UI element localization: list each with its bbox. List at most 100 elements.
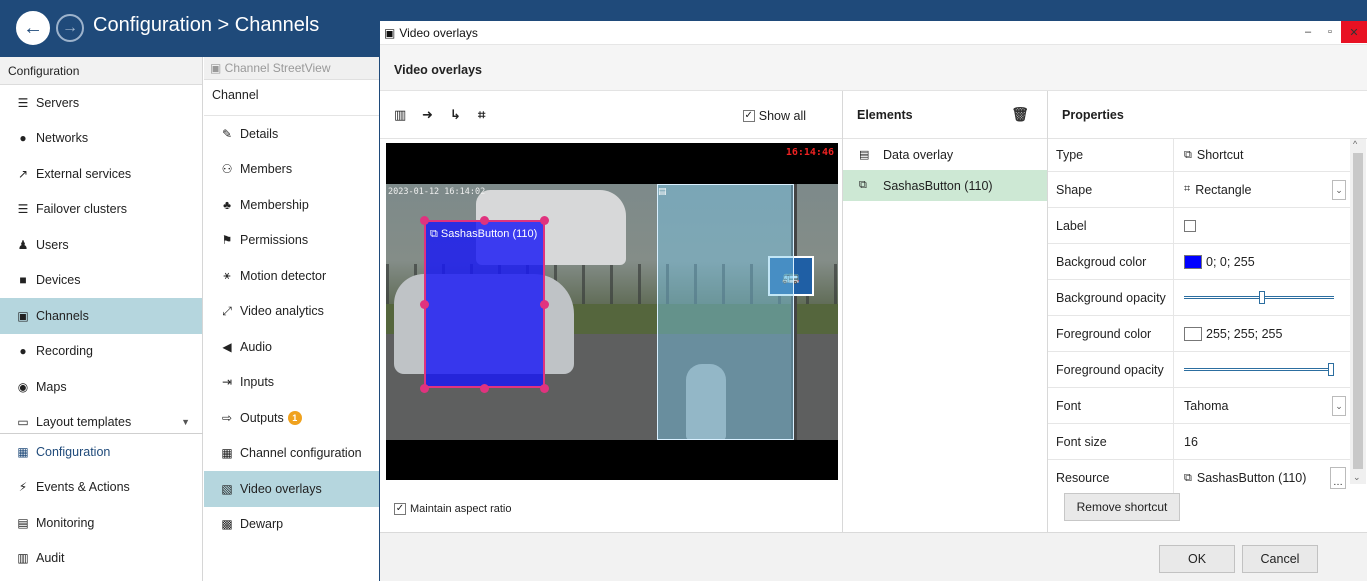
channel-item-label: Outputs [240,410,284,425]
notification-badge: 1 [287,410,302,425]
background-opacity-slider[interactable] [1184,290,1334,305]
shortcut-overlay-box[interactable]: ⧉ SashasButton (110) [424,220,545,388]
properties-panel: Properties Type ⧉ Shortcut Shape ⌗ Rectang… [1048,91,1367,532]
resize-handle[interactable] [480,216,489,225]
channel-item-outputs[interactable]: ⇨ Outputs 1 [204,400,379,436]
user-icon: ♟ [17,237,29,252]
video-frame[interactable]: 16:14:46 🚌 2023-01-12 16:14:02 ▤ ⧉ Sasha… [386,143,838,480]
maintain-aspect-checkbox[interactable]: ✓ Maintain aspect ratio [394,503,512,515]
channel-item-dewarp[interactable]: ▩ Dewarp [204,507,379,543]
channel-item-permissions[interactable]: ⚑ Permissions [204,223,379,259]
resize-handle[interactable] [420,300,429,309]
main-nav-events-actions[interactable]: ⚡ Events & Actions [0,470,203,506]
prop-shape[interactable]: Shape ⌗ Rectangle ⌄ [1048,172,1350,208]
channel-item-motion-detector[interactable]: ⚹ Motion detector [204,258,379,294]
channel-config-icon: ▦ [221,446,233,461]
checkbox-checked-icon: ✓ [742,110,755,122]
prop-foreground-color[interactable]: Foreground color 255; 255; 255 [1048,316,1350,352]
resize-handle[interactable] [540,300,549,309]
analytics-icon: ⤢ [222,303,232,318]
channel-item-video-overlays[interactable]: ▧ Video overlays [204,471,379,507]
cancel-button[interactable]: Cancel [1242,545,1318,573]
main-nav-label: Events & Actions [36,480,130,495]
slider-thumb[interactable] [1258,290,1265,304]
main-nav-configuration[interactable]: ▦ Configuration [0,434,203,470]
back-button[interactable]: ← [16,11,50,45]
prop-resource[interactable]: Resource ⧉ SashasButton (110)… [1048,460,1350,496]
sidebar-item-channels[interactable]: ▣ Channels [0,298,202,334]
main-nav-audit[interactable]: ▥ Audit [0,541,203,577]
resize-handle[interactable] [540,216,549,225]
resize-handle[interactable] [420,384,429,393]
camera-timestamp: 16:14:46 [785,147,834,158]
map-pin-icon: ◉ [17,379,29,394]
sidebar-item-recording[interactable]: ● Recording [0,334,202,370]
sidebar-item-label: Channels [36,308,89,323]
element-data-overlay[interactable]: ▤ Data overlay [843,139,1047,170]
ok-button[interactable]: OK [1159,545,1235,573]
slider-thumb[interactable] [1328,362,1334,376]
sidebar-item-label: Recording [36,344,93,359]
prop-background-opacity: Background opacity [1048,280,1350,316]
prop-font-size[interactable]: Font size 16 [1048,424,1350,460]
add-shortcut-icon[interactable]: ⌗ [478,107,500,123]
label-checkbox[interactable] [1184,219,1196,232]
prop-background-color[interactable]: Backgroud color 0; 0; 255 [1048,244,1350,280]
chevron-up-icon[interactable]: ^ [1353,139,1357,149]
sidebar-item-failover-clusters[interactable]: ☰ Failover clusters [0,192,202,228]
foreground-opacity-slider[interactable] [1184,362,1334,377]
globe-icon: ● [19,131,27,146]
chevron-down-icon[interactable]: ⌄ [1332,396,1346,416]
channel-item-label: Inputs [240,375,275,390]
channel-item-label: Video overlays [240,481,322,496]
add-data-overlay-icon[interactable]: ▥ [394,107,416,123]
channels-icon: ▣ [17,308,29,323]
color-swatch[interactable] [1184,326,1202,341]
trash-icon[interactable]: 🗑 [1011,106,1029,123]
sidebar-item-maps[interactable]: ◉ Maps [0,369,202,405]
channel-item-video-analytics[interactable]: ⤢ Video analytics [204,294,379,330]
window-controls: – ▫ ✕ [1297,21,1367,45]
resize-handle[interactable] [420,216,429,225]
data-overlay-icon: ▤ [859,149,870,161]
minimize-button[interactable]: – [1297,21,1319,43]
data-overlay-box[interactable] [657,184,794,440]
main-nav-label: Audit [36,551,65,566]
channel-item-label: Video analytics [240,304,324,319]
sidebar-item-users[interactable]: ♟ Users [0,227,202,263]
maximize-button[interactable]: ▫ [1319,21,1341,43]
element-sashas-button[interactable]: ⧉ SashasButton (110) [843,170,1047,201]
channel-item-audio[interactable]: ◀ Audio [204,329,379,365]
input-icon: ⇥ [221,375,233,390]
chevron-down-icon[interactable]: ⌄ [1353,472,1361,483]
channel-item-label: Channel configuration [240,446,362,461]
show-all-checkbox[interactable]: ✓ Show all [742,109,806,123]
main-nav-monitoring[interactable]: ▤ Monitoring [0,505,203,541]
channel-item-details[interactable]: ✎ Details [204,116,379,152]
shortcut-icon: ⧉ [859,179,867,191]
resize-handle[interactable] [540,384,549,393]
properties-scrollbar[interactable]: ^ ⌄ [1350,139,1366,484]
channel-item-label: Members [240,162,293,177]
remove-shortcut-button[interactable]: Remove shortcut [1064,493,1180,521]
channel-item-members[interactable]: ⚇ Members [204,152,379,188]
sidebar-item-external-services[interactable]: ↗ External services [0,156,202,192]
chevron-down-icon[interactable]: ⌄ [1332,180,1346,200]
scroll-down-icon[interactable]: ▼ [181,417,190,427]
pencil-icon: ✎ [221,126,233,141]
sidebar-item-servers[interactable]: ☰ Servers [0,85,202,121]
add-arrow-icon[interactable]: ➜ [422,107,444,123]
sidebar-item-label: Failover clusters [36,202,127,217]
add-polyline-icon[interactable]: ↳ [450,107,472,123]
channel-item-channel-configuration[interactable]: ▦ Channel configuration [204,436,379,472]
sidebar-item-networks[interactable]: ● Networks [0,121,202,157]
forward-button[interactable]: → [56,14,84,42]
prop-font[interactable]: Font Tahoma ⌄ [1048,388,1350,424]
close-button[interactable]: ✕ [1341,21,1367,43]
color-swatch[interactable] [1184,254,1202,269]
channel-item-membership[interactable]: ♣ Membership [204,187,379,223]
resize-handle[interactable] [480,384,489,393]
sidebar-item-devices[interactable]: ■ Devices [0,263,202,299]
browse-button[interactable]: … [1330,467,1346,489]
channel-item-inputs[interactable]: ⇥ Inputs [204,365,379,401]
